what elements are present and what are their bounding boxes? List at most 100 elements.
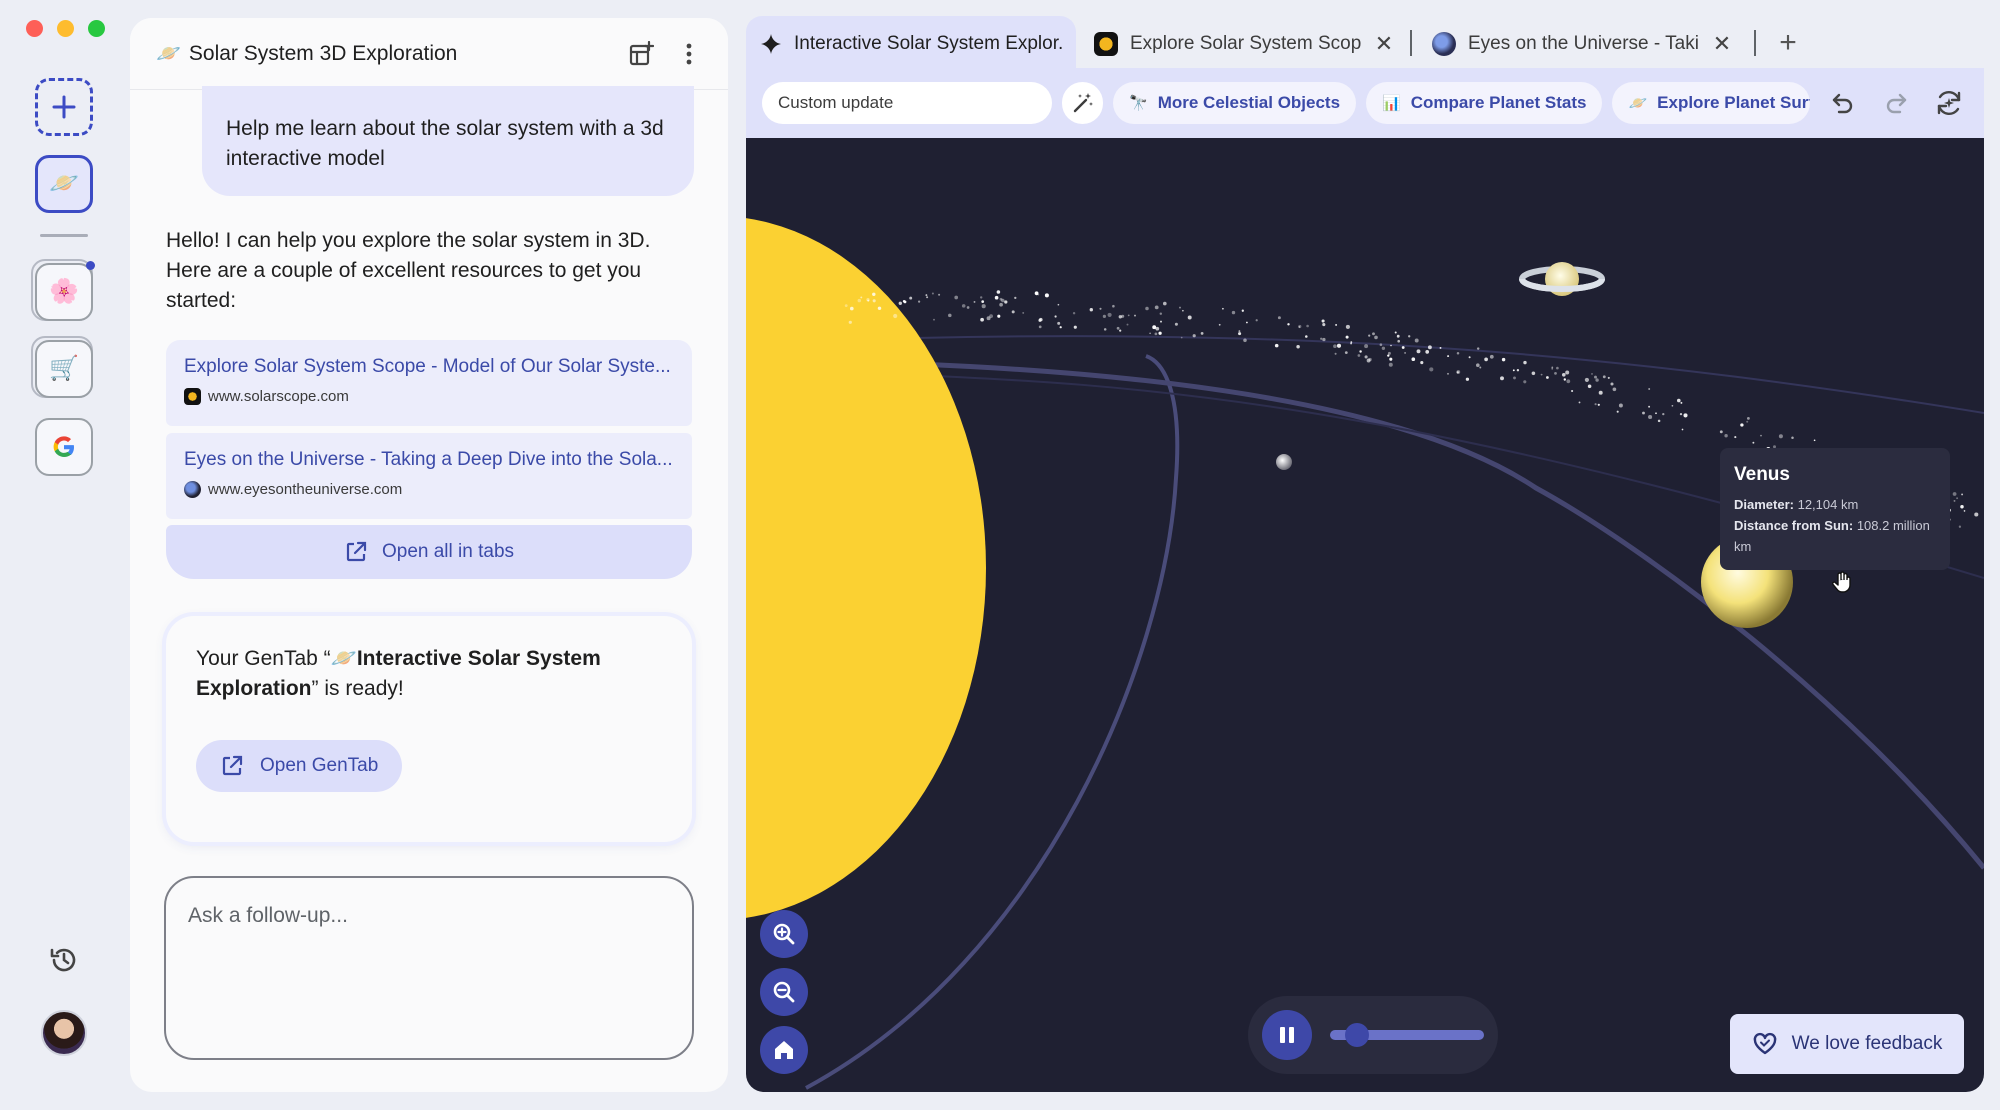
close-tab-icon[interactable]: ✕ (1374, 31, 1394, 57)
asteroid (1116, 326, 1120, 330)
asteroid (1372, 332, 1375, 336)
asteroid (1447, 355, 1450, 358)
asteroid (1334, 352, 1337, 355)
asteroid (1200, 332, 1204, 335)
asteroid (979, 296, 983, 299)
asteroid (1073, 325, 1077, 329)
tab-interactive-solar-system[interactable]: Interactive Solar System Explor... (746, 16, 1076, 72)
speed-slider[interactable] (1329, 1023, 1484, 1047)
chip-explore-planet-surface[interactable]: 🪐 Explore Planet Surface (1612, 82, 1810, 124)
left-rail: 🪐 🌸 🛒 (0, 0, 128, 1110)
asteroid (1277, 316, 1281, 320)
asteroid (1595, 378, 1599, 382)
asteroid (1038, 325, 1042, 329)
asteroid (1160, 320, 1162, 323)
asteroid (1565, 370, 1570, 375)
asteroid (1389, 357, 1393, 361)
link-card-eyes-universe[interactable]: Eyes on the Universe - Taking a Deep Div… (166, 433, 692, 519)
asteroid (1306, 324, 1309, 328)
cart-icon: 🛒 (49, 355, 79, 382)
home-view-button[interactable] (760, 1026, 808, 1074)
asteroid (1357, 354, 1361, 357)
asteroid (1145, 306, 1149, 311)
asteroid (1681, 428, 1684, 431)
asteroid (954, 295, 959, 300)
rail-chat-saturn[interactable]: 🪐 (35, 155, 93, 213)
followup-input[interactable]: Ask a follow-up... (164, 876, 694, 1060)
asteroid (1561, 372, 1566, 377)
asteroid (1531, 371, 1536, 376)
eyes-universe-favicon (184, 481, 201, 498)
followup-placeholder: Ask a follow-up... (188, 904, 348, 927)
solar-system-canvas[interactable]: Venus Diameter: 12,104 km Distance from … (746, 138, 1984, 1092)
avatar[interactable] (41, 1010, 87, 1056)
chip-label: Explore Planet Surface (1657, 93, 1809, 112)
asteroid (1218, 323, 1221, 326)
zoom-in-button[interactable] (760, 910, 808, 958)
open-all-in-tabs-button[interactable]: Open all in tabs (166, 525, 692, 579)
refresh-button[interactable] (1929, 83, 1968, 123)
add-to-tab-button[interactable] (626, 39, 656, 69)
new-chat-button[interactable] (35, 78, 93, 136)
redo-button[interactable] (1876, 83, 1915, 123)
rail-chat-flower[interactable]: 🌸 (31, 259, 95, 321)
asteroid (1648, 405, 1651, 408)
asteroid (1192, 334, 1196, 338)
asteroid (1662, 412, 1665, 416)
asteroid (1397, 339, 1401, 343)
asteroid (980, 317, 984, 322)
refresh-sparkle-icon (1937, 90, 1960, 116)
chip-compare-planet-stats[interactable]: 📊 Compare Planet Stats (1366, 82, 1603, 124)
tab-divider (1410, 30, 1412, 56)
rail-chat-cart[interactable]: 🛒 (31, 336, 93, 398)
close-tab-icon[interactable]: ✕ (1712, 31, 1732, 57)
asteroid (1379, 343, 1383, 346)
magic-update-button[interactable] (1062, 82, 1104, 124)
asteroid (1724, 434, 1728, 438)
tooltip-title: Venus (1734, 464, 1790, 485)
asteroid (877, 306, 882, 311)
asteroid (1516, 369, 1520, 372)
asteroid (1149, 332, 1151, 335)
tab-solar-scope[interactable]: Explore Solar System Scope - ✕ (1080, 16, 1408, 72)
history-icon[interactable] (48, 944, 80, 976)
asteroid (1554, 372, 1557, 375)
asteroid (1740, 423, 1744, 427)
asteroid (1182, 309, 1184, 312)
zoom-out-button[interactable] (760, 968, 808, 1016)
asteroid (1381, 346, 1386, 350)
pause-button[interactable] (1262, 1010, 1312, 1060)
asteroid (938, 293, 941, 296)
asteroid (1350, 341, 1353, 343)
more-vert-icon (686, 43, 692, 64)
asteroid (1591, 373, 1593, 375)
asteroid (925, 294, 928, 297)
asteroid (1180, 336, 1183, 339)
open-gentab-button[interactable]: Open GenTab (196, 740, 403, 792)
asteroid (1322, 337, 1326, 342)
more-options-button[interactable] (674, 39, 704, 69)
asteroid (1127, 314, 1130, 317)
tooltip-diameter: Diameter: 12,104 km (1734, 494, 1936, 515)
feedback-button[interactable]: We love feedback (1730, 1014, 1964, 1074)
asteroid (893, 313, 898, 319)
custom-update-input[interactable]: Custom update (762, 82, 1053, 124)
tab-eyes-universe[interactable]: Eyes on the Universe - Taking ✕ (1418, 16, 1746, 72)
asteroid (1612, 387, 1617, 392)
open-external-icon (346, 541, 367, 562)
chip-more-celestial-objects[interactable]: 🔭 More Celestial Objects (1113, 82, 1357, 124)
rail-chat-google[interactable] (35, 418, 93, 476)
asteroid (1791, 436, 1794, 440)
undo-button[interactable] (1824, 83, 1863, 123)
link-card-solarscope[interactable]: Explore Solar System Scope - Model of Ou… (166, 340, 692, 426)
asteroid (966, 306, 970, 309)
asteroid (1594, 375, 1597, 379)
asteroid (1616, 410, 1619, 413)
new-tab-button[interactable]: + (1770, 26, 1806, 62)
speed-slider-thumb[interactable] (1345, 1023, 1370, 1047)
tooltip-distance: Distance from Sun: 108.2 million km (1734, 515, 1936, 557)
asteroid (1456, 371, 1459, 374)
asteroid (1484, 357, 1488, 362)
tab-label: Explore Solar System Scope - (1130, 33, 1362, 54)
asteroid (1298, 324, 1302, 329)
